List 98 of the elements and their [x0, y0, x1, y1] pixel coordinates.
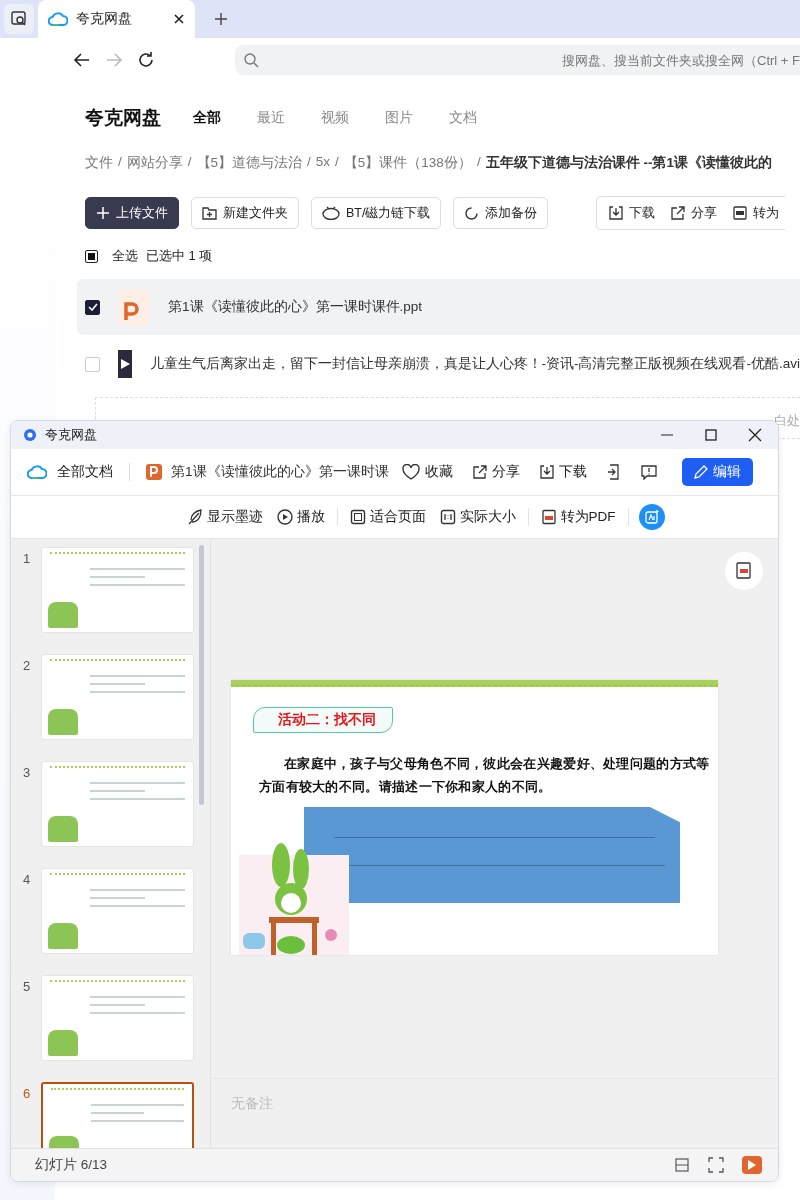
breadcrumb-item[interactable]: 网站分享 — [126, 154, 183, 172]
slide-number: 6 — [23, 1086, 32, 1103]
plus-icon — [96, 206, 110, 220]
grid-icon[interactable] — [674, 1157, 690, 1173]
toolbar-button[interactable]: BT/磁力链下载 — [311, 197, 442, 229]
breadcrumb-item[interactable]: 【5】道德与法治 — [196, 154, 303, 172]
breadcrumb-item[interactable]: 5x — [315, 154, 331, 172]
all-documents-link[interactable]: 全部文档 — [27, 463, 113, 481]
breadcrumb-item[interactable]: 文件 — [85, 154, 113, 172]
viewer-tool-button[interactable]: 显示墨迹 — [184, 508, 265, 526]
breadcrumb-separator: / — [307, 154, 311, 171]
cloud-icon — [27, 464, 47, 480]
slide-number: 2 — [23, 658, 32, 675]
download-icon — [609, 206, 624, 220]
nav-tab[interactable]: 全部 — [193, 109, 221, 127]
ai-icon — [643, 509, 660, 525]
download-icon — [539, 465, 554, 479]
scrollbar[interactable] — [199, 545, 204, 805]
toolbar-button[interactable]: 新建文件夹 — [191, 197, 299, 229]
export-icon — [606, 464, 621, 480]
app-logo-icon — [23, 428, 37, 442]
search-icon — [243, 52, 259, 68]
breadcrumb-separator: / — [187, 154, 192, 171]
search-field[interactable]: 搜网盘、搜当前文件夹或搜全网（Ctrl + F — [235, 45, 800, 75]
slide-number: 3 — [23, 765, 32, 782]
file-name: 第1课《读懂彼此的心》第一课时课件.ppt — [168, 298, 423, 316]
folder-plus-icon — [202, 206, 217, 220]
slide-view-button[interactable] — [724, 551, 764, 591]
slide-number: 4 — [23, 872, 32, 889]
nav-tab[interactable]: 最近 — [257, 109, 285, 127]
slide-text: 在家庭中，孩子与父母角色不同，彼此会在兴趣爱好、处理问题的方式等方面有较大的不同。请描述一下你和家人的不同。 — [259, 755, 710, 796]
file-row[interactable]: 儿童生气后离家出走，留下一封信让母亲崩溃，真是让人心疼！-资讯-高清完整正版视频在线观看-优酷.avi — [77, 335, 800, 393]
feather-icon — [186, 509, 203, 525]
slide-thumbnail[interactable] — [41, 1082, 194, 1148]
play-icon — [748, 1160, 756, 1170]
play-icon — [276, 509, 293, 525]
document-title: 第1课《读懂彼此的心》第一课时课 — [171, 463, 389, 481]
breadcrumb-item[interactable]: 五年级下道德与法治课件 --第1课《读懂彼此的 — [485, 154, 772, 172]
slide-counter: 幻灯片 6/13 — [35, 1156, 108, 1174]
file-checkbox[interactable] — [85, 299, 100, 315]
nav-tab[interactable]: 图片 — [385, 109, 413, 127]
select-all-label: 全选 — [112, 247, 138, 265]
actual-size-icon — [439, 509, 456, 525]
selection-action-button[interactable]: 分享 — [665, 204, 724, 222]
nav-tab[interactable]: 视频 — [321, 109, 349, 127]
viewer-tool-button[interactable]: 实际大小 — [437, 508, 518, 526]
file-name: 儿童生气后离家出走，留下一封信让母亲崩溃，真是让人心疼！-资讯-高清完整正版视频在线观看-优酷.avi — [149, 355, 800, 373]
toolbar-button[interactable]: 添加备份 — [453, 197, 549, 229]
breadcrumb-separator: / — [335, 154, 339, 171]
share-icon — [472, 465, 487, 479]
selection-action-button[interactable]: 转为 — [727, 204, 786, 222]
browser-tab[interactable]: 夸克网盘 — [38, 0, 195, 38]
viewer-tool-button[interactable]: 适合页面 — [347, 508, 428, 526]
selection-count: 已选中 1 项 — [146, 247, 213, 265]
pdf-icon — [540, 509, 557, 525]
ai-button[interactable] — [638, 504, 665, 530]
breadcrumb-separator: / — [476, 154, 481, 171]
checkmark-icon — [87, 303, 98, 311]
feedback-icon — [640, 464, 657, 480]
close-icon[interactable] — [173, 13, 185, 25]
viewer-action-button[interactable]: 收藏 — [394, 463, 460, 481]
play-button[interactable] — [742, 1156, 762, 1174]
nav-tab[interactable]: 文档 — [449, 109, 477, 127]
viewer-tool-button[interactable]: 转为PDF — [538, 508, 618, 526]
sync-icon — [464, 205, 480, 221]
selection-action-button[interactable]: 下载 — [603, 204, 662, 222]
close-icon[interactable] — [748, 428, 762, 442]
window-title: 夸克网盘 — [45, 426, 97, 444]
pdf-icon — [733, 206, 748, 220]
toolbar-button[interactable]: 上传文件 — [85, 197, 179, 229]
viewer-action-button[interactable]: 下载 — [532, 463, 594, 481]
file-row[interactable]: 第1课《读懂彼此的心》第一课时课件.ppt — [77, 279, 800, 335]
brand-title: 夸克网盘 — [85, 106, 161, 130]
viewer-tool-button[interactable]: 播放 — [274, 508, 327, 526]
maximize-icon[interactable] — [704, 428, 718, 442]
slide-number: 1 — [23, 551, 32, 568]
select-all-checkbox[interactable] — [85, 249, 98, 263]
reload-icon[interactable] — [137, 51, 155, 69]
share-icon — [671, 206, 686, 220]
slide-heading: 活动二：找不同 — [253, 707, 393, 733]
pencil-icon — [693, 465, 708, 479]
breadcrumb-separator: / — [118, 154, 122, 171]
p-letter-icon — [122, 300, 142, 322]
back-arrow-icon[interactable] — [73, 51, 91, 69]
bt-icon — [322, 206, 340, 220]
cloud-icon — [48, 11, 68, 27]
heart-icon — [401, 464, 420, 480]
tab-search-button[interactable] — [4, 4, 34, 34]
viewer-action-button[interactable]: 分享 — [465, 463, 527, 481]
slide-number: 5 — [23, 979, 32, 996]
new-tab-icon[interactable] — [213, 11, 229, 27]
edit-button[interactable]: 编辑 — [681, 458, 753, 486]
fullscreen-icon[interactable] — [708, 1157, 724, 1173]
breadcrumb-item[interactable]: 【5】课件（138份） — [343, 154, 472, 172]
tab-search-icon — [10, 10, 28, 28]
tab-title: 夸克网盘 — [76, 10, 133, 28]
play-icon — [118, 358, 131, 370]
fit-page-icon — [349, 509, 366, 525]
